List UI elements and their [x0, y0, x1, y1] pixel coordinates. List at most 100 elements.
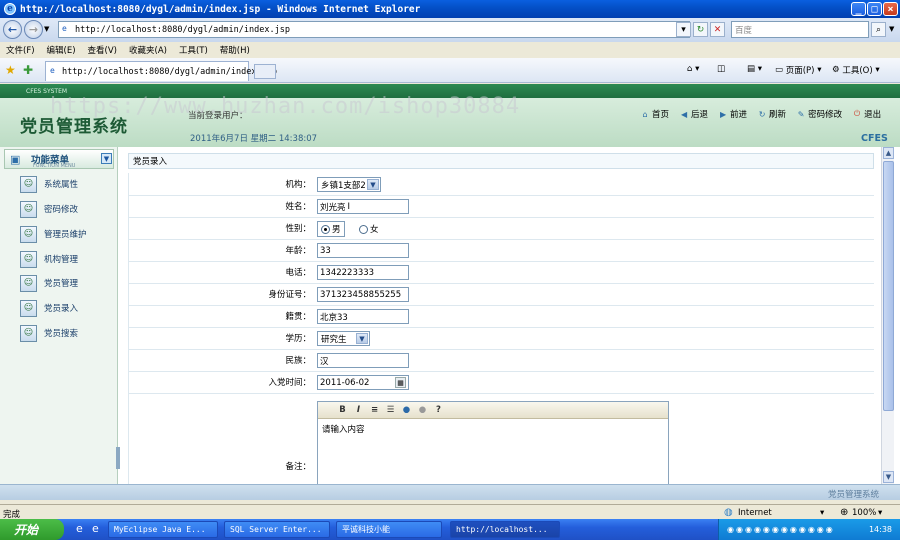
status-bar: 完成 ◍ Internet ▾ ⊕ 100% ▾	[0, 504, 900, 520]
history-dropdown-icon[interactable]: ▼	[44, 25, 49, 33]
radio-male[interactable]	[321, 224, 330, 234]
forward-link[interactable]: ▶ 前进	[718, 108, 748, 121]
zoom-level[interactable]: 100%	[852, 508, 876, 518]
bold-icon[interactable]: B	[336, 404, 349, 417]
zoom-dropdown-icon[interactable]: ▾	[878, 508, 882, 518]
name-input[interactable]: 刘光亮 I	[317, 199, 409, 214]
remark-editor[interactable]: B I ≡ ☰ ● ● ? 请输入内容	[317, 401, 669, 484]
menu-view[interactable]: 查看(V)	[88, 44, 117, 56]
refresh-link[interactable]: ↻ 刷新	[757, 108, 786, 121]
favorites-star-icon[interactable]: ★	[5, 63, 16, 77]
start-button[interactable]: 开始	[0, 519, 64, 540]
unlink-icon[interactable]: ●	[416, 404, 429, 417]
maximize-button[interactable]: □	[867, 2, 882, 16]
browser-window: e http://localhost:8080/dygl/admin/index…	[0, 0, 900, 540]
address-dropdown-icon[interactable]: ▾	[676, 22, 691, 37]
new-tab-button[interactable]	[254, 64, 276, 79]
clock[interactable]: 14:38	[869, 525, 892, 534]
calendar-icon[interactable]: ▦	[395, 377, 406, 388]
task-label: MyEclipse Java E...	[114, 525, 206, 534]
vertical-scrollbar[interactable]: ▲ ▼	[881, 147, 894, 484]
ethnicity-input[interactable]: 汉	[317, 353, 409, 368]
user-doc-icon: ☺	[20, 250, 37, 268]
chevron-down-icon: ▼	[356, 333, 368, 344]
gender-male-label: 男	[332, 225, 341, 235]
menu-edit[interactable]: 编辑(E)	[47, 44, 76, 56]
address-bar[interactable]: e http://localhost:8080/dygl/admin/index…	[58, 21, 690, 38]
collapse-icon[interactable]: ▼	[101, 153, 112, 164]
task-sqlserver[interactable]: SQL Server Enter...	[224, 521, 330, 538]
forward-link-label: 前进	[730, 110, 748, 120]
task-chat[interactable]: 平诚科技小能	[336, 521, 442, 538]
tray-icons[interactable]: ◉◉◉◉◉◉◉◉◉◉◉◉	[719, 525, 835, 534]
joindate-input[interactable]: 2011-06-02 ▦	[317, 375, 409, 390]
scroll-up-icon[interactable]: ▲	[883, 147, 894, 159]
sidebar-item-member-entry[interactable]: ☺ 党员录入	[20, 299, 110, 317]
home-toolbar-button[interactable]: ⌂ ▾	[687, 64, 699, 74]
gender-female-option[interactable]: 女	[356, 221, 382, 237]
system-tray: ◉◉◉◉◉◉◉◉◉◉◉◉ 14:38	[718, 519, 900, 540]
hometown-input[interactable]: 北京33	[317, 309, 409, 324]
sidebar-item-password[interactable]: ☺ 密码修改	[20, 200, 110, 218]
link-icon[interactable]: ●	[400, 404, 413, 417]
key-icon: ✎	[797, 109, 805, 119]
zoom-icon: ⊕	[840, 507, 849, 518]
quicklaunch-ie2-icon[interactable]: e	[92, 522, 99, 535]
menu-help[interactable]: 帮助(H)	[220, 44, 250, 56]
print-toolbar-button[interactable]: ▤ ▾	[747, 64, 762, 74]
italic-icon[interactable]: I	[352, 404, 365, 417]
menu-favorites[interactable]: 收藏夹(A)	[129, 44, 167, 56]
home-link[interactable]: ⌂ 首页	[640, 108, 669, 121]
stop-icon[interactable]: ✕	[710, 22, 725, 37]
sidebar-item-system[interactable]: ☺ 系统属性	[20, 175, 110, 193]
menu-file[interactable]: 文件(F)	[6, 44, 35, 56]
gender-male-option[interactable]: 男	[317, 221, 345, 237]
page-menu-button[interactable]: ▭ 页面(P) ▾	[775, 64, 821, 76]
tools-menu-button[interactable]: ⚙ 工具(O) ▾	[832, 64, 880, 76]
task-browser[interactable]: http://localhost...	[450, 521, 560, 538]
window-titlebar[interactable]: e http://localhost:8080/dygl/admin/index…	[0, 0, 900, 18]
education-select[interactable]: 研究生 ▼	[317, 331, 370, 346]
footer-label: 党员管理系统	[828, 490, 880, 500]
sidebar-item-members[interactable]: ☺ 党员管理	[20, 274, 110, 292]
task-label: 平诚科技小能	[342, 525, 390, 534]
phone-input[interactable]: 1342223333	[317, 265, 409, 280]
editor-toolbar: B I ≡ ☰ ● ● ?	[318, 402, 668, 419]
search-options-icon[interactable]: ▼	[889, 25, 894, 33]
menu-tools[interactable]: 工具(T)	[179, 44, 208, 56]
scroll-down-icon[interactable]: ▼	[883, 471, 894, 483]
taskbar: 开始 e e MyEclipse Java E... SQL Server En…	[0, 519, 900, 540]
sidebar-item-admin[interactable]: ☺ 管理员维护	[20, 225, 110, 243]
start-label: 开始	[14, 523, 39, 537]
ordered-list-icon[interactable]: ≡	[368, 404, 381, 417]
add-favorite-icon[interactable]: ✚	[23, 63, 33, 77]
compat-refresh-icon[interactable]: ↻	[693, 22, 708, 37]
main-content: 党员录入 机构： 乡镇1支部2 ▼ 姓名： 刘光亮 I 性别： 男 女 年龄： 33…	[121, 147, 879, 484]
sidebar-item-org[interactable]: ☺ 机构管理	[20, 250, 110, 268]
close-button[interactable]: ×	[883, 2, 898, 16]
age-input[interactable]: 33	[317, 243, 409, 258]
age-label: 年龄：	[285, 246, 311, 256]
search-input[interactable]: 百度	[731, 21, 869, 38]
quicklaunch-ie-icon[interactable]: e	[76, 522, 83, 535]
org-select[interactable]: 乡镇1支部2 ▼	[317, 177, 381, 192]
task-myeclipse[interactable]: MyEclipse Java E...	[108, 521, 218, 538]
back-link[interactable]: ◀ 后退	[679, 108, 708, 121]
password-link[interactable]: ✎ 密码修改	[796, 108, 842, 121]
forward-button[interactable]: →	[24, 20, 43, 39]
search-icon[interactable]: ⌕	[871, 22, 886, 37]
org-value: 乡镇1支部2	[321, 180, 366, 191]
unordered-list-icon[interactable]: ☰	[384, 404, 397, 417]
exit-link[interactable]: ⏻ 退出	[852, 108, 881, 120]
sidebar-splitter[interactable]	[116, 447, 120, 469]
radio-female[interactable]	[359, 224, 368, 234]
minimize-button[interactable]: _	[851, 2, 866, 16]
idcard-input[interactable]: 371323458855255	[317, 287, 409, 302]
feeds-icon[interactable]: ◫	[717, 64, 725, 74]
help-icon[interactable]: ?	[432, 404, 445, 417]
tab-current[interactable]: e http://localhost:8080/dygl/admin/index…	[45, 61, 277, 81]
sidebar-item-label: 党员录入	[44, 304, 79, 314]
scroll-thumb[interactable]	[883, 161, 894, 411]
back-button[interactable]: ←	[3, 20, 22, 39]
sidebar-item-member-search[interactable]: ☺ 党员搜索	[20, 324, 110, 342]
